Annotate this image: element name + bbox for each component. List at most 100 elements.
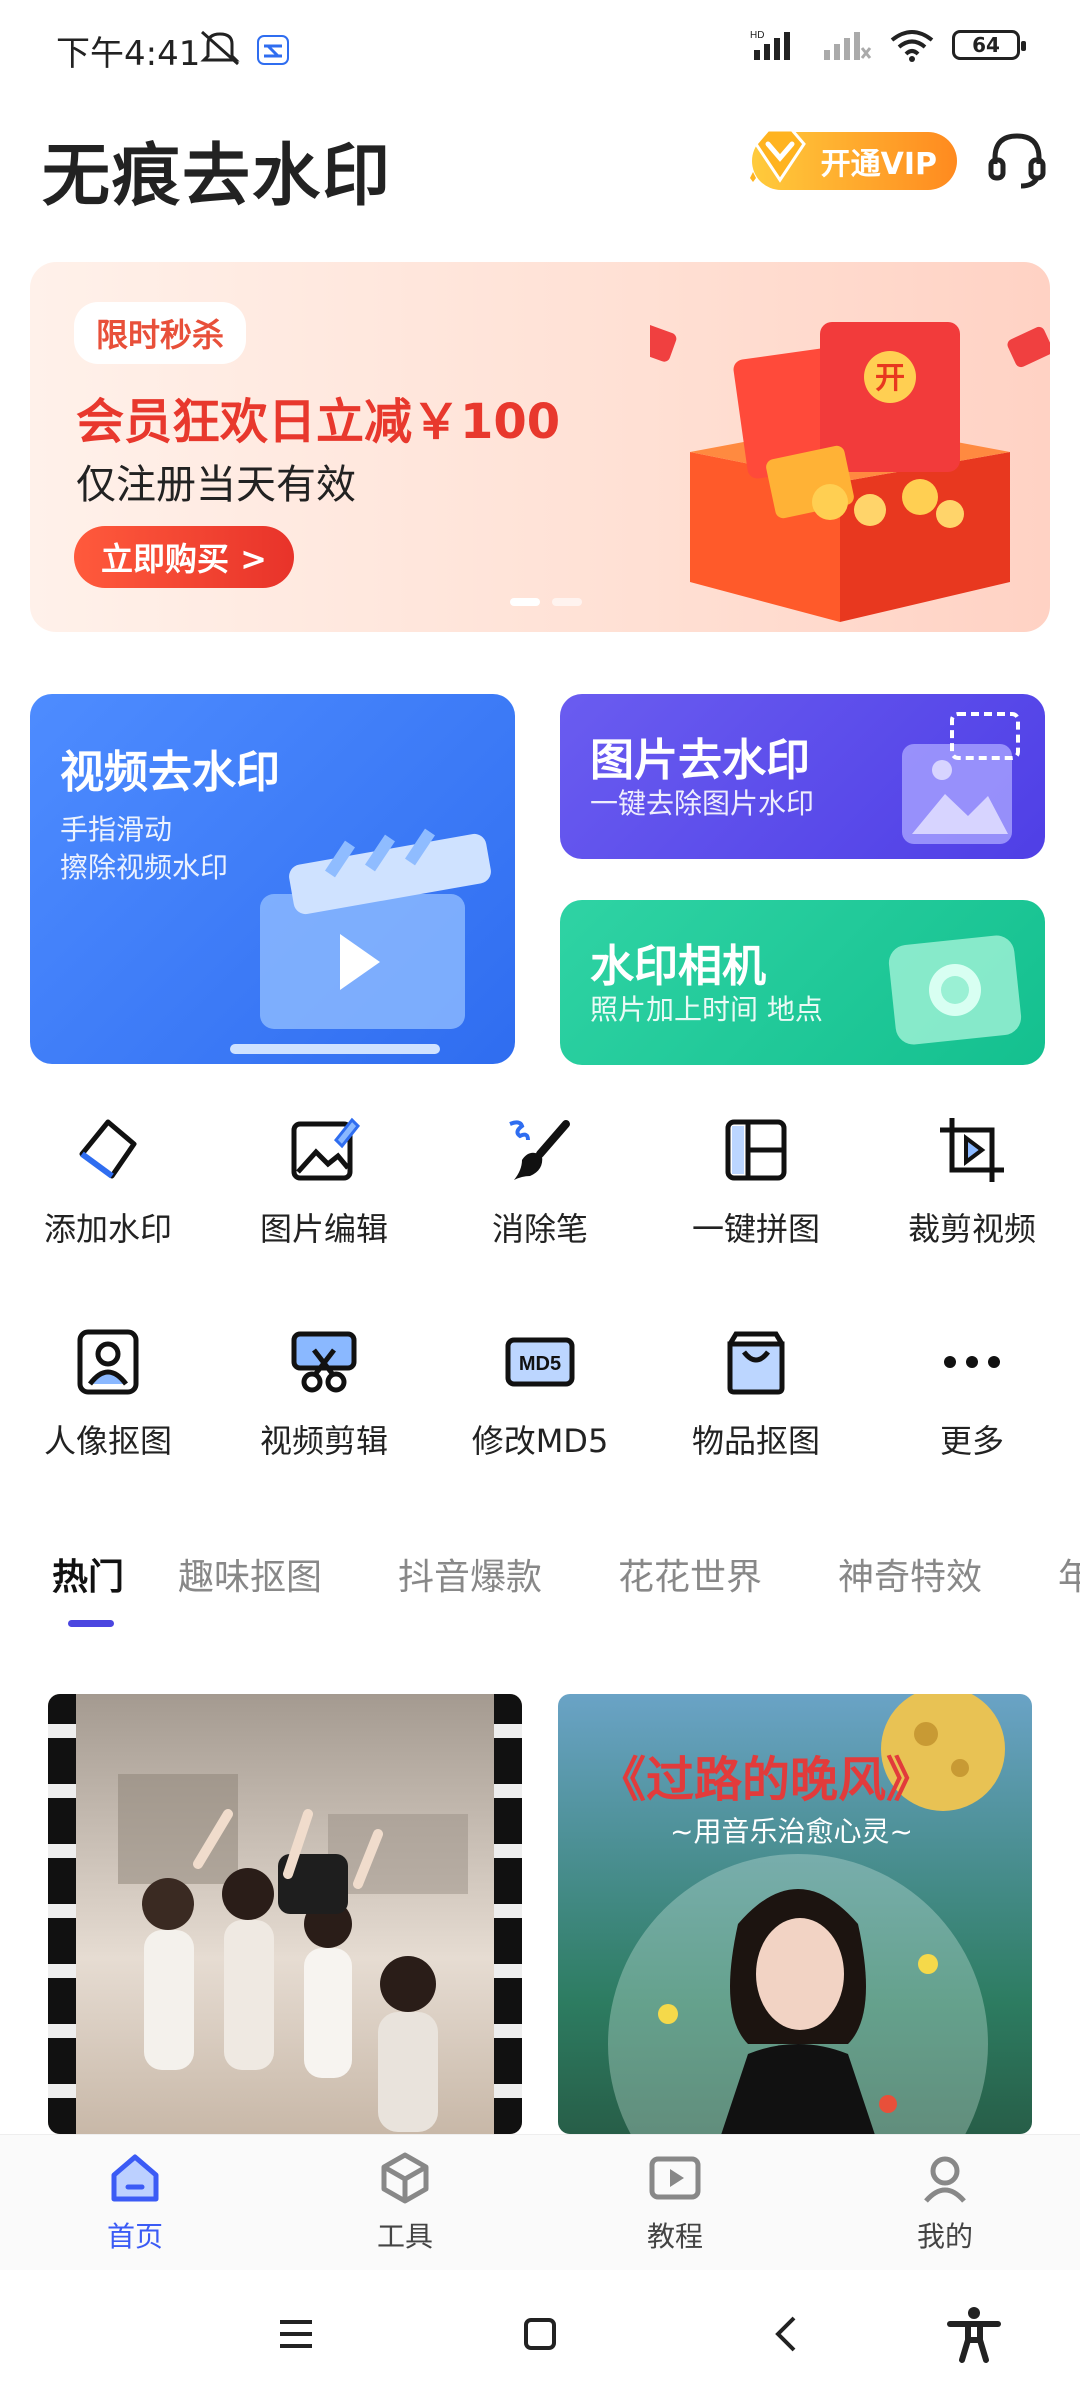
bottom-nav: 首页 工具 教程 我的: [0, 2134, 1080, 2270]
image-card-title: 图片去水印: [590, 735, 810, 786]
film-strip-left: [48, 1694, 76, 2134]
object-cutout-icon: [727, 1331, 785, 1395]
crop-video-icon: [940, 1118, 1004, 1182]
image-card-desc: 一键去除图片水印: [590, 787, 815, 820]
tool-more[interactable]: 更多: [864, 1322, 1080, 1462]
banner-pager: [510, 598, 582, 606]
vip-diamond-icon: [750, 128, 806, 183]
banner-headline: 会员狂欢日立减￥100: [76, 394, 561, 450]
nav-home[interactable]: 首页: [0, 2135, 270, 2270]
tutorial-icon: [649, 2156, 701, 2200]
tool-video-edit[interactable]: 视频剪辑: [216, 1322, 432, 1462]
status-time: 下午4:41: [56, 34, 201, 74]
app-notification-icon: [257, 35, 289, 65]
app-header: 无痕去水印 开通VIP: [0, 110, 1080, 216]
group-photo-illustration: [118, 1774, 468, 2132]
gift-box-illustration: 开: [650, 321, 1050, 622]
tool-portrait-cutout[interactable]: 人像抠图: [0, 1322, 216, 1462]
video-edit-icon: [291, 1331, 357, 1393]
camera-card-desc: 照片加上时间 地点: [590, 993, 823, 1026]
image-edit-icon: [291, 1117, 361, 1181]
tool-modify-md5[interactable]: MD5 修改MD5: [432, 1322, 648, 1462]
status-icons: HD 64: [750, 28, 1026, 62]
nav-label: 教程: [646, 2220, 703, 2253]
image-watermark-card[interactable]: 图片去水印 一键去除图片水印: [560, 694, 1045, 859]
app-screen: 下午4:41 HD 64 无痕去水印 开通VIP 限时秒杀 会员狂欢日立减￥10…: [0, 0, 1080, 2400]
feed-item-1[interactable]: [48, 1694, 522, 2134]
vip-label: 开通VIP: [820, 147, 937, 182]
film-strip-right: [494, 1694, 522, 2134]
md5-icon: MD5: [505, 1337, 575, 1387]
tool-label: 修改MD5: [471, 1422, 609, 1460]
more-icon: [944, 1356, 1000, 1368]
tool-label: 更多: [939, 1422, 1004, 1460]
gift-mark-text: 开: [875, 362, 905, 395]
tool-eraser-brush[interactable]: 消除笔: [432, 1110, 648, 1250]
tool-label: 一键拼图: [691, 1210, 820, 1248]
status-bar: 下午4:41 HD 64: [0, 0, 1080, 90]
tab-hot[interactable]: 热门: [52, 1548, 124, 1600]
sale-tag: 限时秒杀: [74, 302, 247, 364]
tab-fun-cutout[interactable]: 趣味抠图: [178, 1548, 322, 1600]
tool-label: 添加水印: [43, 1210, 172, 1248]
back-icon[interactable]: [764, 2310, 812, 2358]
video-card-desc-2: 擦除视频水印: [60, 851, 229, 884]
tool-image-edit[interactable]: 图片编辑: [216, 1110, 432, 1250]
video-watermark-card[interactable]: 视频去水印 手指滑动 擦除视频水印: [30, 694, 515, 1064]
vip-button[interactable]: 开通VIP: [750, 128, 957, 190]
clapperboard-icon: [230, 828, 491, 1054]
tool-label: 物品抠图: [691, 1422, 820, 1460]
watermark-camera-card[interactable]: 水印相机 照片加上时间 地点: [560, 900, 1045, 1065]
tab-douyin-hits[interactable]: 抖音爆款: [398, 1548, 542, 1600]
tools-row-2: 人像抠图 视频剪辑 MD5 修改MD5 物品抠图 更多: [0, 1322, 1080, 1462]
camera-card-title: 水印相机: [590, 941, 766, 992]
nav-label: 工具: [376, 2220, 433, 2253]
nav-label: 首页: [106, 2220, 163, 2253]
tool-label: 人像抠图: [43, 1422, 172, 1460]
tab-more-cut[interactable]: 年: [1058, 1548, 1080, 1600]
promo-banner[interactable]: 限时秒杀 会员狂欢日立减￥100 仅注册当天有效 立即购买 > 开: [30, 262, 1050, 632]
tool-add-watermark[interactable]: 添加水印: [0, 1110, 216, 1250]
feed-item-2[interactable]: 《过路的晚风》 ~用音乐治愈心灵~: [558, 1694, 1032, 2134]
portrait-illustration: [608, 1854, 988, 2134]
tab-flower-world[interactable]: 花花世界: [618, 1548, 762, 1600]
signal-hd-icon: HD: [750, 30, 790, 60]
svg-text:HD: HD: [750, 30, 764, 41]
tool-collage[interactable]: 一键拼图: [648, 1110, 864, 1250]
eraser-brush-icon: [509, 1120, 570, 1180]
pager-dot-1: [510, 598, 540, 606]
battery-indicator: 64: [952, 30, 1026, 60]
profile-icon: [924, 2156, 966, 2203]
tool-object-cutout[interactable]: 物品抠图: [648, 1322, 864, 1462]
battery-level: 64: [972, 33, 1000, 57]
app-title: 无痕去水印: [42, 137, 393, 216]
tools-icon: [381, 2152, 429, 2204]
nav-tools[interactable]: 工具: [270, 2135, 540, 2270]
headset-icon[interactable]: [985, 128, 1049, 192]
video-card-title: 视频去水印: [60, 747, 280, 798]
mute-icon: [200, 30, 240, 66]
buy-now-button[interactable]: 立即购买 >: [74, 526, 294, 588]
banner-subline: 仅注册当天有效: [76, 462, 356, 508]
nav-profile[interactable]: 我的: [810, 2135, 1080, 2270]
md5-icon-text: MD5: [519, 1353, 561, 1375]
nav-label: 我的: [916, 2220, 973, 2253]
tool-label: 视频剪辑: [259, 1422, 388, 1460]
song-title: 《过路的晚风》: [598, 1752, 935, 1808]
category-tabs: 热门 趣味抠图 抖音爆款 花花世界 神奇特效 年: [0, 1540, 1080, 1620]
tab-magic-effects[interactable]: 神奇特效: [838, 1548, 982, 1600]
wifi-icon: [890, 30, 934, 62]
signal-weak-icon: [824, 32, 872, 60]
accessibility-icon[interactable]: [944, 2304, 1004, 2364]
system-nav-bar: [0, 2270, 1080, 2400]
tool-label: 图片编辑: [259, 1210, 388, 1248]
nav-tutorial[interactable]: 教程: [540, 2135, 810, 2270]
home-square-icon[interactable]: [516, 2310, 564, 2358]
tool-label: 消除笔: [491, 1210, 588, 1248]
tool-crop-video[interactable]: 裁剪视频: [864, 1110, 1080, 1250]
video-card-desc-1: 手指滑动: [60, 813, 173, 846]
menu-icon[interactable]: [272, 2310, 320, 2358]
portrait-cutout-icon: [77, 1329, 139, 1395]
pager-dot-2: [552, 598, 582, 606]
image-frame-icon: [902, 712, 1020, 844]
